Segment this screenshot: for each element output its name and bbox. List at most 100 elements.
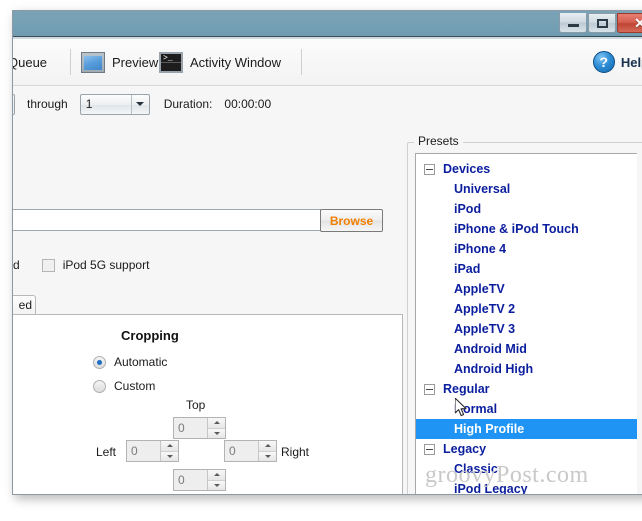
ipod-5g-support-checkbox[interactable] bbox=[41, 258, 55, 272]
chapter-end-dropdown[interactable]: 1 bbox=[79, 93, 150, 115]
picture-settings-panel bbox=[13, 314, 403, 494]
toolbar-queue-button[interactable]: w Queue bbox=[13, 48, 48, 76]
close-icon: ✕ bbox=[634, 16, 642, 30]
preset-item-label: iPhone & iPod Touch bbox=[454, 222, 579, 236]
web-optimized-label: nized bbox=[13, 258, 20, 272]
preset-item-iphone-4[interactable]: iPhone 4 bbox=[416, 239, 637, 259]
close-button[interactable]: ✕ bbox=[617, 13, 642, 33]
preset-item-iphone-ipod-touch[interactable]: iPhone & iPod Touch bbox=[416, 219, 637, 239]
stepper-buttons[interactable] bbox=[207, 418, 225, 438]
crop-right-label: Right bbox=[281, 445, 310, 459]
preset-item-ipad[interactable]: iPad bbox=[416, 259, 637, 279]
preset-item-appletv-2[interactable]: AppleTV 2 bbox=[416, 299, 637, 319]
window-controls: ✕ bbox=[558, 13, 642, 33]
tab-advanced[interactable]: ed bbox=[13, 295, 36, 315]
preset-item-legacy[interactable]: Legacy bbox=[416, 439, 637, 459]
browse-button[interactable]: Browse bbox=[320, 209, 383, 232]
preset-item-label: Normal bbox=[454, 402, 498, 416]
radio-selected-icon bbox=[93, 355, 106, 369]
stepper-up-icon[interactable] bbox=[208, 418, 225, 429]
help-button[interactable]: ? Help bbox=[592, 51, 642, 73]
preset-item-android-high[interactable]: Android High bbox=[416, 359, 637, 379]
preset-item-android-mid[interactable]: Android Mid bbox=[416, 339, 637, 359]
activity-window-icon bbox=[159, 51, 183, 73]
preset-item-label: Devices bbox=[443, 162, 491, 176]
destination-path-input[interactable] bbox=[13, 209, 321, 231]
preset-item-label: AppleTV bbox=[454, 282, 505, 296]
preset-item-label: AppleTV 2 bbox=[454, 302, 516, 316]
toolbar-activity-window-button[interactable]: Activity Window bbox=[159, 48, 281, 76]
crop-custom-radio[interactable]: Custom bbox=[93, 379, 155, 393]
collapse-expander-icon[interactable] bbox=[424, 163, 435, 175]
crop-left-value: 0 bbox=[131, 444, 138, 458]
preset-item-appletv-3[interactable]: AppleTV 3 bbox=[416, 319, 637, 339]
stepper-buttons[interactable] bbox=[207, 470, 225, 490]
preset-item-label: Android High bbox=[454, 362, 534, 376]
presets-legend: Presets bbox=[414, 134, 463, 148]
toolbar-separator-2 bbox=[301, 49, 302, 75]
crop-top-stepper[interactable]: 0 bbox=[173, 417, 226, 439]
preset-item-label: AppleTV 3 bbox=[454, 322, 516, 336]
preset-item-high-profile[interactable]: High Profile bbox=[416, 419, 637, 439]
preset-item-appletv[interactable]: AppleTV bbox=[416, 279, 637, 299]
main-toolbar: w Queue Preview Activity Window ? Help bbox=[13, 39, 642, 86]
crop-left-stepper[interactable]: 0 bbox=[126, 440, 179, 462]
duration-label: Duration: bbox=[163, 97, 213, 111]
preset-item-label: High Profile bbox=[454, 422, 525, 436]
stepper-buttons[interactable] bbox=[160, 441, 178, 461]
stepper-up-icon[interactable] bbox=[208, 470, 225, 481]
chapter-start-dropdown[interactable] bbox=[13, 93, 15, 115]
title-bar: ✕ bbox=[13, 11, 642, 37]
toolbar-queue-label: w Queue bbox=[13, 54, 48, 70]
crop-top-value: 0 bbox=[178, 421, 185, 435]
crop-top-label: Top bbox=[186, 398, 206, 412]
preset-item-ipod[interactable]: iPod bbox=[416, 199, 637, 219]
crop-automatic-label: Automatic bbox=[114, 355, 168, 369]
toolbar-preview-button[interactable]: Preview bbox=[81, 48, 158, 76]
through-label: through bbox=[27, 97, 68, 111]
stepper-up-icon[interactable] bbox=[259, 441, 276, 452]
toolbar-activity-label: Activity Window bbox=[190, 54, 282, 70]
minimize-button[interactable] bbox=[559, 13, 587, 33]
cropping-section-title: Cropping bbox=[121, 328, 179, 343]
presets-list[interactable]: Devices Universal iPod iPhone & iPod Touch i… bbox=[415, 153, 637, 494]
crop-right-value: 0 bbox=[229, 444, 236, 458]
crop-bottom-value: 0 bbox=[178, 473, 185, 487]
client-area: w Queue Preview Activity Window ? Help bbox=[13, 39, 642, 494]
application-window: ✕ w Queue Preview Activity Window bbox=[12, 10, 642, 495]
preset-item-label: iPad bbox=[454, 262, 481, 276]
preset-item-label: Legacy bbox=[443, 442, 487, 456]
preset-item-label: Universal bbox=[454, 182, 511, 196]
stepper-up-icon[interactable] bbox=[161, 441, 178, 452]
toolbar-separator-1 bbox=[70, 49, 71, 75]
stepper-down-icon[interactable] bbox=[208, 428, 225, 438]
watermark: groovyPost.com bbox=[425, 462, 589, 488]
crop-automatic-radio[interactable]: Automatic bbox=[93, 355, 167, 369]
radio-unselected-icon bbox=[93, 379, 106, 393]
crop-custom-label: Custom bbox=[114, 379, 156, 393]
crop-right-stepper[interactable]: 0 bbox=[224, 440, 277, 462]
preset-item-regular[interactable]: Regular bbox=[416, 379, 637, 399]
preset-item-label: Regular bbox=[443, 382, 490, 396]
collapse-expander-icon[interactable] bbox=[424, 443, 435, 455]
preset-item-label: iPhone 4 bbox=[454, 242, 507, 256]
collapse-expander-icon[interactable] bbox=[424, 383, 435, 395]
help-label: Help bbox=[620, 54, 642, 70]
screenshot-root: ✕ w Queue Preview Activity Window bbox=[0, 0, 642, 521]
maximize-button[interactable] bbox=[588, 13, 616, 33]
stepper-down-icon[interactable] bbox=[259, 451, 276, 461]
stepper-down-icon[interactable] bbox=[161, 451, 178, 461]
preset-item-normal[interactable]: Normal bbox=[416, 399, 637, 419]
ipod-5g-support-label: iPod 5G support bbox=[62, 258, 150, 272]
crop-bottom-stepper[interactable]: 0 bbox=[173, 469, 226, 491]
maximize-icon bbox=[596, 18, 608, 28]
preset-item-devices[interactable]: Devices bbox=[416, 159, 637, 179]
presets-tree[interactable]: Devices Universal iPod iPhone & iPod Touch i… bbox=[416, 154, 637, 494]
stepper-buttons[interactable] bbox=[258, 441, 276, 461]
preset-item-label: Android Mid bbox=[454, 342, 527, 356]
preset-item-universal[interactable]: Universal bbox=[416, 179, 637, 199]
chapter-end-value: 1 bbox=[85, 97, 93, 111]
stepper-down-icon[interactable] bbox=[208, 480, 225, 490]
help-icon: ? bbox=[592, 51, 615, 73]
output-options-row: nized iPod 5G support bbox=[13, 258, 150, 272]
